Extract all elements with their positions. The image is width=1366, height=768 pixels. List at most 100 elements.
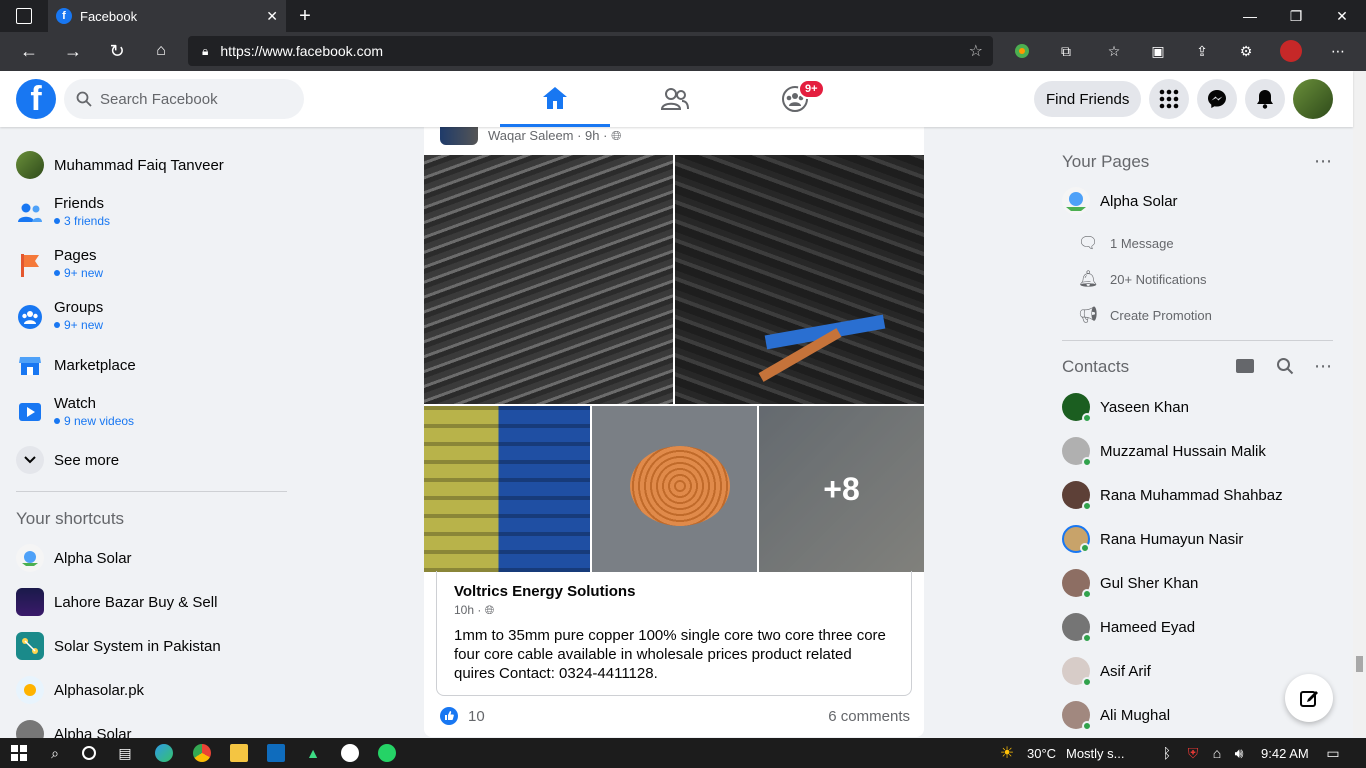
shortcut-item[interactable]: Alpha Solar: [16, 544, 132, 572]
pages-options-icon[interactable]: ⋯: [1314, 151, 1332, 172]
sidebar-item-watch[interactable]: Watch 9 new videos: [16, 395, 134, 428]
browser-profile-avatar[interactable]: [1280, 40, 1302, 62]
favorite-star-icon[interactable]: ☆: [969, 41, 983, 61]
tab-home[interactable]: [500, 71, 610, 127]
post-photo-cable-coil[interactable]: [424, 155, 673, 404]
favorites-icon[interactable]: ☆: [1104, 41, 1124, 61]
contact-item[interactable]: Muzzamal Hussain Malik: [1062, 437, 1266, 467]
post-photo-orange-cable[interactable]: [592, 406, 757, 572]
bluetooth-icon[interactable]: ᛒ: [1158, 744, 1176, 762]
browser-menu-icon[interactable]: ⋯: [1328, 41, 1348, 61]
minimize-icon[interactable]: —: [1242, 6, 1258, 26]
network-icon[interactable]: ⌂: [1208, 744, 1226, 762]
url-field[interactable]: 🔒︎ https://www.facebook.com ☆: [188, 36, 993, 66]
browser-tab[interactable]: f Facebook ✕: [48, 0, 286, 32]
close-window-icon[interactable]: ✕: [1334, 6, 1350, 26]
app-taskbar-icon[interactable]: [341, 744, 359, 762]
refresh-icon[interactable]: ↻: [106, 40, 128, 62]
contacts-options-icon[interactable]: ⋯: [1314, 356, 1332, 377]
tab-groups[interactable]: 9+: [740, 71, 850, 127]
search-icon[interactable]: ⌕: [46, 744, 64, 762]
address-bar-row: ← → ↻ ⌂ 🔒︎ https://www.facebook.com ☆ ⧉ …: [0, 32, 1366, 71]
scroll-thumb[interactable]: [1356, 656, 1363, 672]
cortana-icon[interactable]: [80, 744, 98, 762]
collections-icon[interactable]: ▣: [1148, 41, 1168, 61]
task-view-icon[interactable]: ▤: [116, 744, 134, 762]
contact-avatar: [1062, 437, 1092, 467]
shortcut-item[interactable]: Solar System in Pakistan: [16, 632, 221, 660]
shortcut-item[interactable]: Alphasolar.pk: [16, 676, 144, 704]
new-tab-icon[interactable]: +: [295, 5, 315, 27]
page-scrollbar[interactable]: [1353, 71, 1366, 737]
share-icon[interactable]: ⇪: [1192, 41, 1212, 61]
volume-icon[interactable]: 🔊︎: [1230, 744, 1248, 762]
menu-button[interactable]: [1149, 79, 1189, 119]
temperature[interactable]: 30°C: [1027, 746, 1056, 761]
shared-page-name[interactable]: Voltrics Energy Solutions: [454, 583, 894, 600]
page-messages-link[interactable]: 🗨︎ 1 Message: [1078, 233, 1174, 253]
post-author-line[interactable]: Waqar Saleem · 9h · 🌐︎: [488, 128, 621, 144]
likes-count[interactable]: 10: [468, 708, 485, 725]
find-friends-button[interactable]: Find Friends: [1034, 81, 1142, 117]
account-avatar[interactable]: [1293, 79, 1333, 119]
notifications-button[interactable]: [1245, 79, 1285, 119]
extensions-icon[interactable]: ⧉: [1056, 41, 1076, 61]
home-icon[interactable]: ⌂: [150, 40, 172, 62]
mail-icon[interactable]: [267, 744, 285, 762]
android-studio-icon[interactable]: ▲: [304, 744, 322, 762]
page-notifications-link[interactable]: 🔔︎ 20+ Notifications: [1078, 269, 1206, 289]
sidebar-item-profile[interactable]: Muhammad Faiq Tanveer: [16, 151, 224, 179]
contact-item[interactable]: Ali Mughal: [1062, 701, 1170, 731]
contact-item[interactable]: Gul Sher Khan: [1062, 569, 1198, 599]
file-explorer-icon[interactable]: [230, 744, 248, 762]
shared-post-card[interactable]: Voltrics Energy Solutions 10h · 🌐︎ 1mm t…: [436, 571, 912, 696]
apps-icon[interactable]: ⚙︎: [1236, 41, 1256, 61]
weather-icon[interactable]: ☀︎: [998, 744, 1016, 762]
action-center-icon[interactable]: ▭: [1324, 744, 1342, 762]
lahore-bazar-thumbnail: [16, 588, 44, 616]
search-input[interactable]: Search Facebook: [64, 79, 304, 119]
see-more-button[interactable]: See more: [16, 446, 119, 474]
lock-icon[interactable]: 🔒︎: [202, 44, 208, 59]
tab-actions-icon[interactable]: [16, 8, 32, 24]
post-photo-cable-end[interactable]: [675, 155, 924, 404]
windows-start-icon[interactable]: [10, 744, 28, 762]
search-icon: [76, 91, 92, 107]
back-icon[interactable]: ←: [18, 40, 40, 62]
post-photo-more[interactable]: +8: [759, 406, 924, 572]
shortcut-item[interactable]: Lahore Bazar Buy & Sell: [16, 588, 217, 616]
post-photo-yellow-blue-cables[interactable]: [424, 406, 590, 572]
security-icon[interactable]: ⛨: [1184, 744, 1202, 762]
contacts-heading: Contacts: [1062, 357, 1130, 376]
weather-text[interactable]: Mostly s...: [1066, 746, 1125, 761]
groups-notification-badge: 9+: [798, 79, 825, 99]
comments-count[interactable]: 6 comments: [828, 708, 910, 725]
sidebar-item-groups[interactable]: Groups 9+ new: [16, 299, 103, 332]
messenger-button[interactable]: [1197, 79, 1237, 119]
contacts-search-icon[interactable]: [1276, 357, 1294, 380]
close-tab-icon[interactable]: ✕: [266, 8, 278, 25]
create-promotion-link[interactable]: 📢︎ Create Promotion: [1078, 305, 1212, 325]
chrome-taskbar-icon[interactable]: [193, 744, 211, 762]
contact-item[interactable]: Hameed Eyad: [1062, 613, 1195, 643]
sidebar-item-friends[interactable]: Friends 3 friends: [16, 195, 110, 228]
contact-item[interactable]: Rana Muhammad Shahbaz: [1062, 481, 1283, 511]
tab-friends[interactable]: [620, 71, 730, 127]
edge-taskbar-icon[interactable]: [155, 744, 173, 762]
facebook-logo-icon[interactable]: f: [16, 79, 56, 119]
clock[interactable]: 9:42 AM: [1261, 746, 1309, 761]
video-call-icon[interactable]: [1236, 359, 1254, 373]
extension-color-icon[interactable]: [1012, 41, 1032, 61]
your-pages-heading: Your Pages: [1062, 152, 1150, 171]
whatsapp-icon[interactable]: [378, 744, 396, 762]
contact-item[interactable]: Asif Arif: [1062, 657, 1151, 687]
contact-item[interactable]: Yaseen Khan: [1062, 393, 1189, 423]
restore-icon[interactable]: ❐: [1288, 6, 1304, 26]
sidebar-item-marketplace[interactable]: Marketplace: [16, 351, 136, 379]
forward-icon[interactable]: →: [62, 40, 84, 62]
page-item-alpha-solar[interactable]: Alpha Solar: [1062, 187, 1178, 215]
new-message-button[interactable]: [1285, 674, 1333, 722]
friends-label: Friends: [54, 195, 105, 212]
sidebar-item-pages[interactable]: Pages 9+ new: [16, 247, 103, 280]
contact-item[interactable]: Rana Humayun Nasir: [1062, 525, 1243, 553]
